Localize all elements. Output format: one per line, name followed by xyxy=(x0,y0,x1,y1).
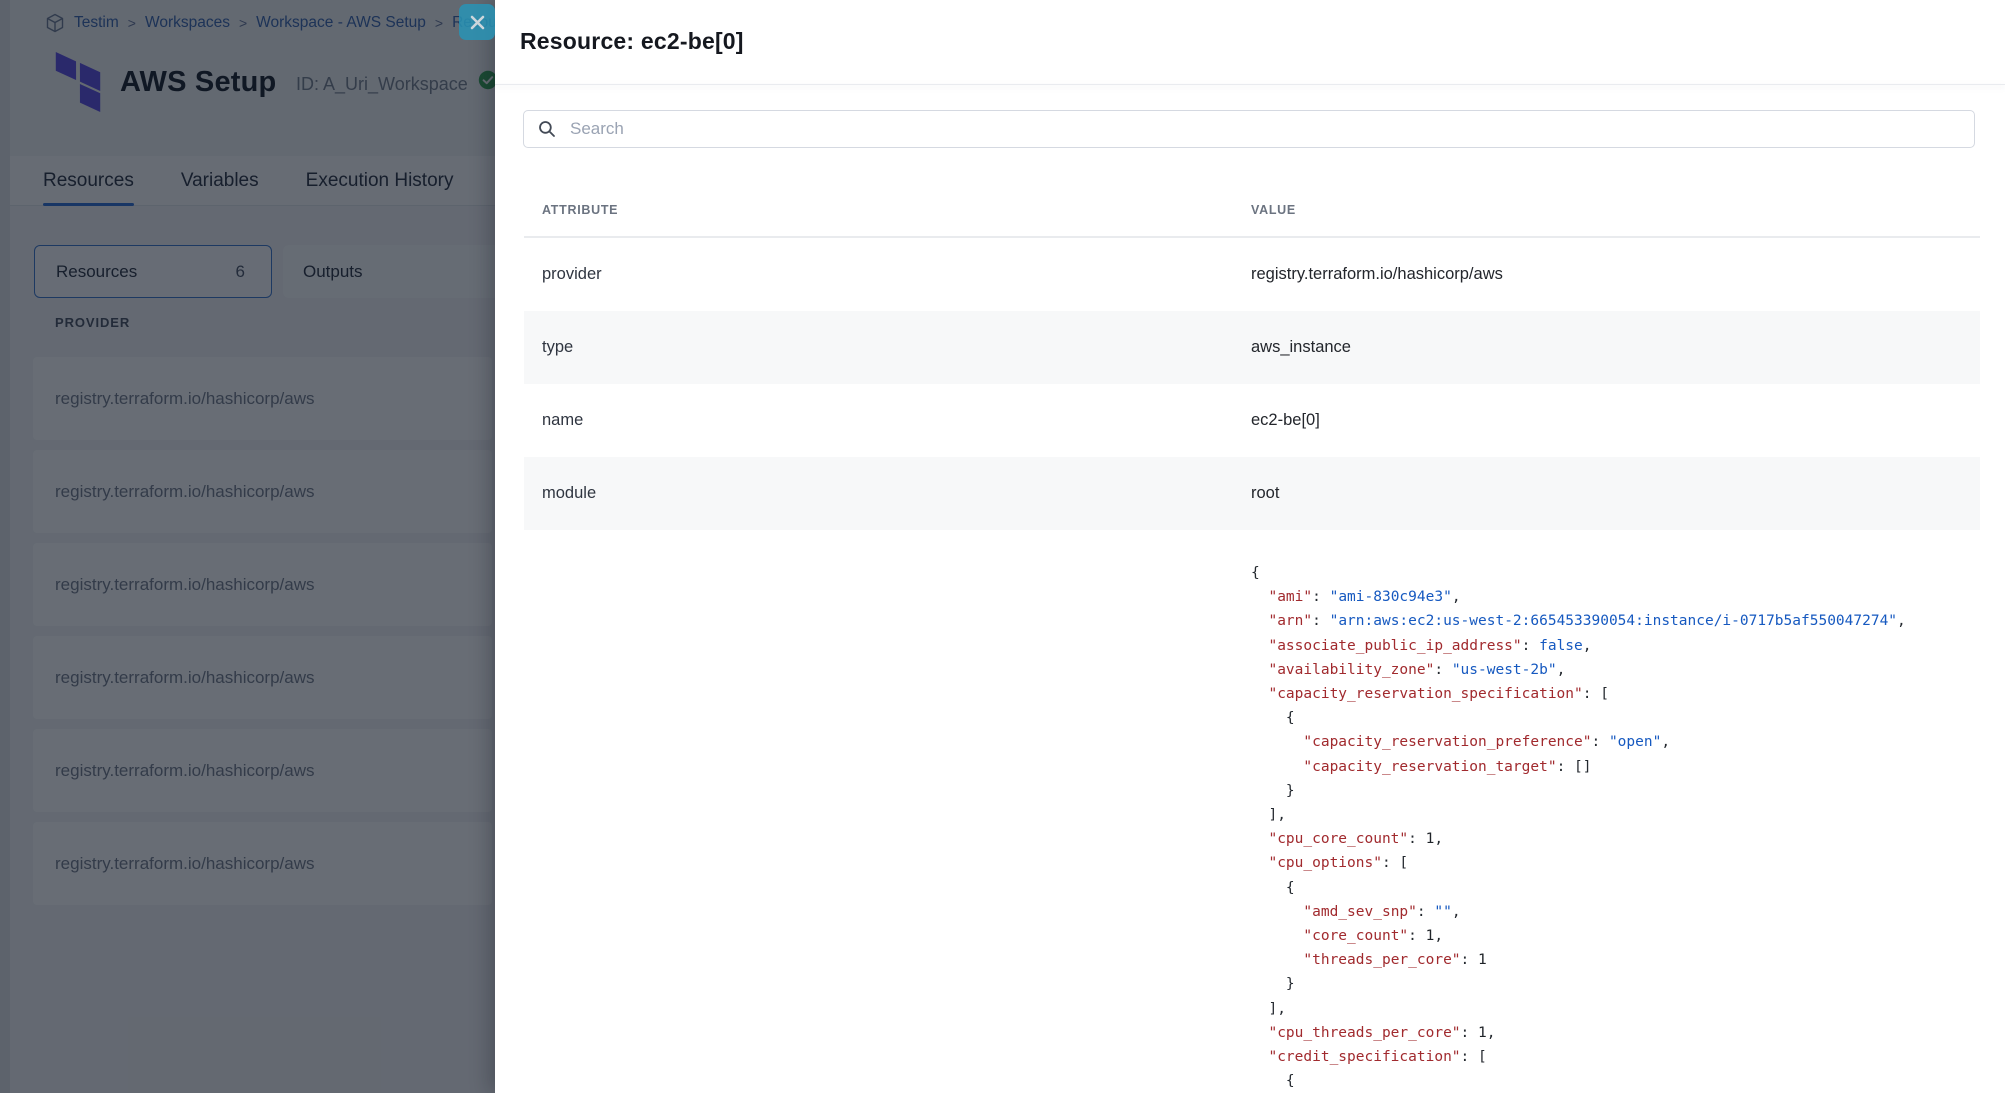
json-code-line: "cpu_options": [ xyxy=(1251,851,1980,875)
search-icon xyxy=(538,120,556,138)
json-code-line: ], xyxy=(1251,997,1980,1021)
json-code-line: "capacity_reservation_target": [] xyxy=(1251,755,1980,779)
search-input[interactable] xyxy=(568,118,1964,140)
table-header-attribute: ATTRIBUTE xyxy=(542,203,618,217)
table-row: module root xyxy=(524,457,1980,530)
json-code-line: } xyxy=(1251,972,1980,996)
json-code-line: "associate_public_ip_address": false, xyxy=(1251,634,1980,658)
json-code-line: "capacity_reservation_specification": [ xyxy=(1251,682,1980,706)
attribute-table: provider registry.terraform.io/hashicorp… xyxy=(524,238,1980,1093)
value-cell: aws_instance xyxy=(1251,338,1351,357)
json-code-line: "amd_sev_snp": "", xyxy=(1251,900,1980,924)
close-icon xyxy=(470,15,485,30)
json-code-line: { xyxy=(1251,1069,1980,1093)
json-code-line: "core_count": 1, xyxy=(1251,924,1980,948)
table-header-value: VALUE xyxy=(1251,203,1296,217)
value-cell: ec2-be[0] xyxy=(1251,411,1320,430)
json-code-line: "cpu_core_count": 1, xyxy=(1251,827,1980,851)
table-row: name ec2-be[0] xyxy=(524,384,1980,457)
json-code-line: { xyxy=(1251,561,1980,585)
close-drawer-button[interactable] xyxy=(459,4,495,40)
search-box xyxy=(523,110,1975,148)
drawer-title: Resource: ec2-be[0] xyxy=(520,28,744,55)
json-value-row: { "ami": "ami-830c94e3", "arn": "arn:aws… xyxy=(524,530,1980,1093)
attribute-cell: provider xyxy=(524,265,1251,284)
json-code-line: ], xyxy=(1251,803,1980,827)
json-code-line: "credit_specification": [ xyxy=(1251,1045,1980,1069)
json-code-line: "availability_zone": "us-west-2b", xyxy=(1251,658,1980,682)
json-code-line: "capacity_reservation_preference": "open… xyxy=(1251,730,1980,754)
attribute-cell: name xyxy=(524,411,1251,430)
value-cell: root xyxy=(1251,484,1279,503)
json-code-line: { xyxy=(1251,706,1980,730)
json-code-line: "arn": "arn:aws:ec2:us-west-2:6654533900… xyxy=(1251,609,1980,633)
json-code-line: } xyxy=(1251,779,1980,803)
table-row: provider registry.terraform.io/hashicorp… xyxy=(524,238,1980,311)
json-code-line: "threads_per_core": 1 xyxy=(1251,948,1980,972)
json-code-line: "cpu_threads_per_core": 1, xyxy=(1251,1021,1980,1045)
json-code: { "ami": "ami-830c94e3", "arn": "arn:aws… xyxy=(1251,561,1980,1093)
resource-detail-drawer: Resource: ec2-be[0] ATTRIBUTE VALUE prov… xyxy=(495,0,2005,1093)
json-code-line: "ami": "ami-830c94e3", xyxy=(1251,585,1980,609)
json-code-line: { xyxy=(1251,876,1980,900)
table-row: type aws_instance xyxy=(524,311,1980,384)
drawer-header-divider xyxy=(495,84,2005,85)
value-cell: registry.terraform.io/hashicorp/aws xyxy=(1251,265,1503,284)
attribute-cell: module xyxy=(524,484,1251,503)
attribute-cell: type xyxy=(524,338,1251,357)
